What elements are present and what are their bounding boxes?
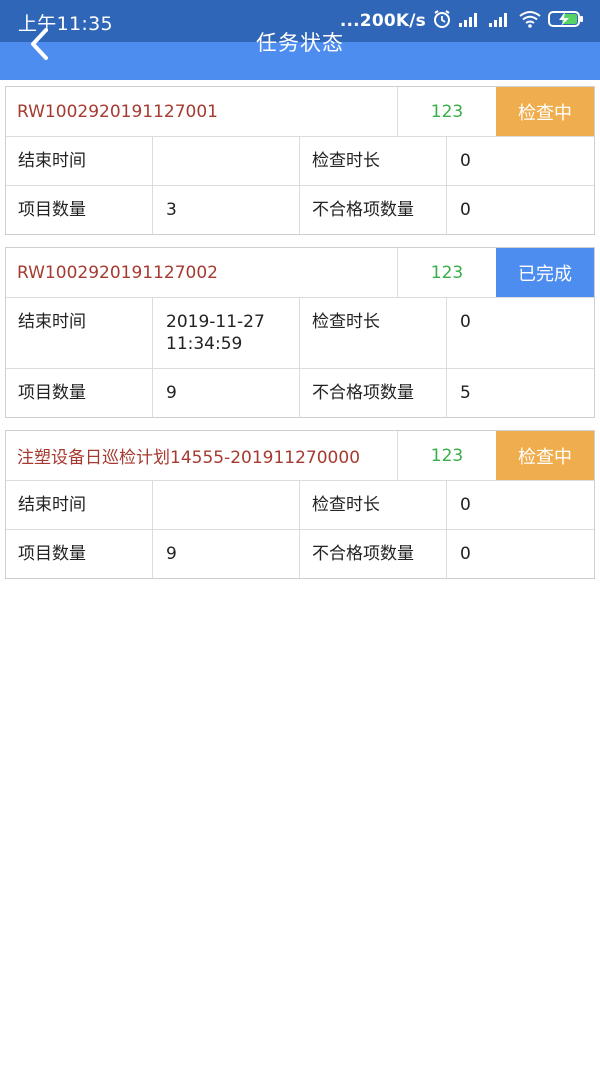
duration-value: 0 <box>460 312 471 332</box>
task-card[interactable]: RW1002920191127001 123 检查中 结束时间 检查时长 0 项… <box>5 86 595 235</box>
end-time-label: 结束时间 <box>6 298 153 368</box>
task-row-time: 结束时间 检查时长 0 <box>6 137 594 186</box>
item-count-label: 项目数量 <box>6 530 153 578</box>
status-badge: 检查中 <box>496 431 594 480</box>
fail-count-value: 0 <box>460 200 471 220</box>
task-card-header: RW1002920191127001 123 检查中 <box>6 87 594 137</box>
task-row-count: 项目数量 9 不合格项数量 0 <box>6 530 594 578</box>
task-id: RW1002920191127002 <box>17 262 218 283</box>
task-row-time: 结束时间 2019-11-27 11:34:59 检查时长 0 <box>6 298 594 369</box>
item-count-value: 3 <box>153 186 300 234</box>
end-time-value: 2019-11-27 11:34:59 <box>153 298 300 368</box>
end-time-label: 结束时间 <box>6 137 153 185</box>
fail-count-value: 0 <box>460 544 471 564</box>
item-count-value: 9 <box>153 530 300 578</box>
duration-label: 检查时长 <box>300 481 447 529</box>
fail-count-label: 不合格项数量 <box>300 186 447 234</box>
task-row-count: 项目数量 9 不合格项数量 5 <box>6 369 594 417</box>
end-time-value <box>153 481 300 529</box>
task-row-count: 项目数量 3 不合格项数量 0 <box>6 186 594 234</box>
end-time-label: 结束时间 <box>6 481 153 529</box>
item-count-label: 项目数量 <box>6 369 153 417</box>
fail-count-label: 不合格项数量 <box>300 369 447 417</box>
task-list: RW1002920191127001 123 检查中 结束时间 检查时长 0 项… <box>5 86 595 591</box>
app-bar: 任务状态 <box>0 28 600 80</box>
page-title: 任务状态 <box>256 31 344 55</box>
end-time-value <box>153 137 300 185</box>
task-id: 注塑设备日巡检计划14555-201911270000 <box>17 448 361 468</box>
task-card-header: 注塑设备日巡检计划14555-201911270000 123 检查中 <box>6 431 594 481</box>
fail-count-value: 5 <box>460 383 471 403</box>
duration-label: 检查时长 <box>300 298 447 368</box>
task-card-header: RW1002920191127002 123 已完成 <box>6 248 594 298</box>
task-count: 123 <box>397 248 496 297</box>
duration-value: 0 <box>460 495 471 515</box>
status-badge: 已完成 <box>496 248 594 297</box>
item-count-label: 项目数量 <box>6 186 153 234</box>
fail-count-label: 不合格项数量 <box>300 530 447 578</box>
item-count-value: 9 <box>153 369 300 417</box>
status-badge: 检查中 <box>496 87 594 136</box>
task-count: 123 <box>397 431 496 480</box>
duration-value: 0 <box>460 151 471 171</box>
task-id: RW1002920191127001 <box>17 101 218 122</box>
task-row-time: 结束时间 检查时长 0 <box>6 481 594 530</box>
task-card[interactable]: RW1002920191127002 123 已完成 结束时间 2019-11-… <box>5 247 595 418</box>
task-card[interactable]: 注塑设备日巡检计划14555-201911270000 123 检查中 结束时间… <box>5 430 595 579</box>
task-count: 123 <box>397 87 496 136</box>
duration-label: 检查时长 <box>300 137 447 185</box>
